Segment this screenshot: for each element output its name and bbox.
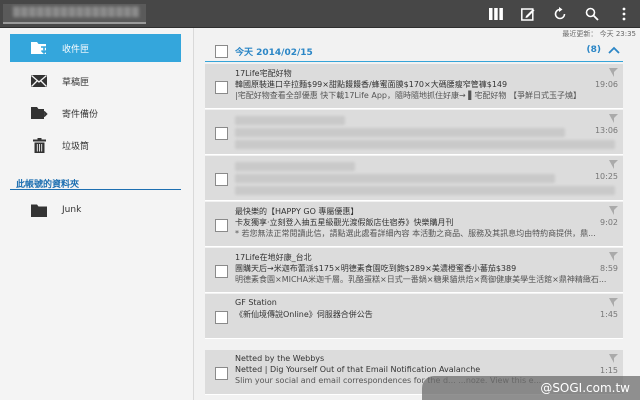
flag-icon[interactable] (608, 113, 619, 127)
date-group-header[interactable]: 今天 2014/02/15 (8) (205, 42, 623, 62)
trash-icon (30, 137, 48, 153)
compose-icon[interactable] (512, 0, 544, 28)
sidebar-item-label: 收件匣 (62, 44, 90, 55)
flag-icon[interactable] (608, 353, 619, 367)
message-subject: 團購天后→米迦布蕾派$175×明德素食園吃到飽$289×美濃橙蜜香小蕃茄$389 (235, 264, 517, 273)
sidebar-item-label: 垃圾筒 (62, 141, 90, 152)
message-sender: 17Life在地好康_台北 (235, 253, 312, 262)
message-time: 9:02 (600, 218, 618, 227)
message-time: 19:06 (594, 80, 618, 89)
message-preview: * 若您無法正常閱讀此信，請點選此處看詳細內容 本活動之商品、服務及其訊息均由特… (235, 229, 596, 238)
more-icon[interactable] (608, 0, 640, 28)
columns-icon[interactable] (480, 0, 512, 28)
message-sender: 17Life宅配好物 (235, 69, 292, 78)
action-bar: ▒▒▒▒▒▒▒▒▒▒▒▒▒▒▒▒ (0, 0, 640, 28)
message-sender: 最快樂的【HAPPY GO 專屬優惠】 (235, 207, 359, 216)
message-checkbox[interactable] (215, 127, 228, 140)
message-checkbox[interactable] (215, 367, 228, 380)
message-subject: Netted | Dig Yourself Out of that Email … (235, 365, 481, 374)
message-checkbox[interactable] (215, 173, 228, 186)
flag-icon[interactable] (608, 251, 619, 265)
redacted-preview (235, 186, 615, 195)
message-time: 8:59 (600, 264, 618, 273)
sent-folder-icon (30, 105, 48, 121)
sidebar-item-label: 寄件備份 (62, 109, 99, 120)
action-buttons (480, 0, 640, 28)
list-item[interactable]: 最快樂的【HAPPY GO 專屬優惠】 卡友獨享‧立刻登入抽五星級觀光渡假飯店住… (205, 202, 623, 247)
sidebar-item-trash[interactable]: 垃圾筒 (10, 131, 181, 159)
inbox-folder-icon (30, 40, 48, 56)
refresh-icon[interactable] (544, 0, 576, 28)
message-checkbox[interactable] (215, 219, 228, 232)
folder-icon (30, 202, 48, 218)
sidebar: 收件匣 草稿匣 寄件備份 垃圾筒 此帳號的資料夾 Junk (0, 28, 194, 400)
flag-icon[interactable] (608, 205, 619, 219)
message-sender: GF Station (235, 298, 277, 307)
message-subject: 卡友獨享‧立刻登入抽五星級觀光渡假飯店住宿券》快樂購月刊 (235, 218, 454, 227)
sidebar-item-label: 草稿匣 (62, 77, 90, 88)
flag-icon[interactable] (608, 159, 619, 173)
message-subject: 韓國原裝進口辛拉麵$99×甜點饅饅香/蜂蜜面膜$170×大碼腰瘦窄管褲$149 (235, 80, 508, 89)
message-checkbox[interactable] (215, 265, 228, 278)
divider (10, 189, 181, 190)
message-checkbox[interactable] (215, 81, 228, 94)
message-time: 13:06 (594, 126, 618, 135)
list-item[interactable]: 17Life在地好康_台北 團購天后→米迦布蕾派$175×明德素食園吃到飽$28… (205, 248, 623, 293)
list-item[interactable]: 13:06 (205, 110, 623, 155)
message-checkbox[interactable] (215, 311, 228, 324)
redacted-subject (235, 128, 565, 137)
redacted-subject (235, 174, 555, 183)
group-select-checkbox[interactable] (215, 45, 228, 58)
list-item[interactable]: 10:25 (205, 156, 623, 201)
list-item[interactable]: 17Life宅配好物 韓國原裝進口辛拉麵$99×甜點饅饅香/蜂蜜面膜$170×大… (205, 64, 623, 109)
sidebar-item-drafts[interactable]: 草稿匣 (10, 67, 181, 95)
account-name: ▒▒▒▒▒▒▒▒▒▒▒▒▒▒▒▒ (13, 8, 140, 18)
sidebar-item-inbox[interactable]: 收件匣 (10, 34, 181, 62)
sidebar-item-sent[interactable]: 寄件備份 (10, 99, 181, 127)
message-list: 今天 2014/02/15 (8) 17Life宅配好物 韓國原裝進口辛拉麵$9… (195, 38, 640, 400)
message-time: 10:25 (594, 172, 618, 181)
message-sender: Netted by the Webbys (235, 354, 325, 363)
redacted-preview (235, 140, 615, 149)
sidebar-item-label: Junk (62, 205, 82, 215)
sidebar-item-junk[interactable]: Junk (10, 196, 181, 224)
message-preview: |宅配好物查看全部優惠 快下載17Life App，隨時隨地抓住好康→ ▌宅配好… (235, 91, 581, 100)
flag-icon[interactable] (608, 297, 619, 311)
message-preview: 明德素食園×MICHA米迦千層。乳酪蛋糕×日式一番鍋×糖果貓烘焙×喬御健康美學生… (235, 275, 607, 284)
message-subject: 《新仙境傳說Online》伺服器合併公告 (235, 310, 373, 319)
account-selector[interactable]: ▒▒▒▒▒▒▒▒▒▒▒▒▒▒▒▒ (3, 4, 146, 24)
list-item[interactable]: GF Station 《新仙境傳說Online》伺服器合併公告 1:45 (205, 294, 623, 339)
date-group-label: 今天 2014/02/15 (235, 48, 313, 58)
date-group-count: (8) (586, 45, 602, 55)
message-time: 1:15 (600, 366, 618, 375)
redacted-sender (235, 116, 345, 125)
envelope-icon (30, 73, 48, 89)
watermark: @SOGI.com.tw (422, 376, 640, 400)
flag-icon[interactable] (608, 67, 619, 81)
search-icon[interactable] (576, 0, 608, 28)
message-time: 1:45 (600, 310, 618, 319)
redacted-sender (235, 162, 355, 171)
chevron-up-icon[interactable] (608, 46, 620, 57)
